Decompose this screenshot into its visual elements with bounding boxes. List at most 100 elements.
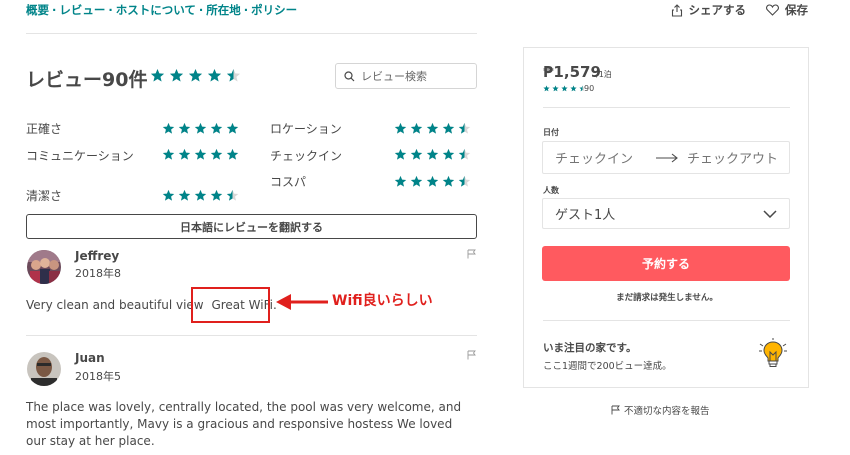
reviews-title: レビュー90件 — [26, 69, 148, 91]
category-label-accuracy: 正確さ — [26, 122, 63, 136]
date-label: 日付 — [543, 128, 559, 137]
star-full-icon — [162, 122, 175, 134]
nav-separator: · — [243, 3, 249, 17]
star-full-icon — [194, 148, 207, 160]
category-label-communication: コミュニケーション — [26, 149, 134, 163]
booking-review-count[interactable]: 90 — [584, 84, 594, 93]
star-full-icon — [394, 175, 407, 187]
nav-link-overview[interactable]: 概要 — [26, 3, 49, 17]
star-full-icon — [178, 189, 191, 201]
star-full-icon — [543, 85, 550, 92]
checkin-field[interactable]: チェックイン — [555, 148, 633, 167]
share-button[interactable]: シェアする — [671, 2, 747, 18]
reviewer-avatar-jeffrey[interactable] — [27, 250, 61, 284]
star-full-icon — [570, 85, 577, 92]
star-full-icon — [426, 122, 439, 134]
translate-reviews-button[interactable]: 日本語にレビューを翻訳する — [26, 214, 477, 239]
flag-icon[interactable] — [467, 350, 476, 360]
nav-separator: · — [52, 3, 57, 17]
category-stars-accuracy — [162, 122, 239, 135]
lightbulb-icon — [759, 338, 787, 367]
review-search-input[interactable] — [361, 69, 471, 83]
star-full-icon — [178, 148, 191, 160]
category-label-cleanliness: 清潔さ — [26, 189, 63, 203]
star-full-icon — [394, 122, 407, 134]
star-half-icon — [226, 68, 241, 82]
star-full-icon — [442, 122, 455, 134]
star-full-icon — [150, 68, 165, 82]
divider — [543, 107, 790, 108]
guests-select[interactable]: ゲスト1人 — [542, 198, 790, 229]
reviewer-name: Juan — [75, 351, 105, 365]
category-stars-value — [394, 175, 471, 188]
star-full-icon — [410, 148, 423, 160]
save-label: 保存 — [785, 3, 808, 17]
share-save-group: シェアする 保存 — [671, 2, 808, 18]
star-half-icon — [458, 148, 471, 160]
category-stars-communication — [162, 148, 239, 161]
booking-rating-stars — [543, 85, 586, 92]
guests-label: 人数 — [543, 186, 559, 195]
star-half-icon — [458, 175, 471, 187]
date-range-field: チェックイン チェックアウト — [542, 141, 790, 174]
category-label-value: コスパ — [270, 175, 307, 189]
category-label-location: ロケーション — [270, 122, 342, 136]
nav-separator: · — [108, 3, 113, 17]
star-full-icon — [194, 189, 207, 201]
star-full-icon — [552, 85, 559, 92]
report-label: 不適切な内容を報告 — [624, 406, 710, 417]
star-full-icon — [426, 148, 439, 160]
booking-card: ₱1,579 /1泊 90 日付 チェックイン チェックアウト 人数 ゲスト1人… — [523, 47, 809, 388]
overall-rating-stars — [150, 68, 241, 83]
checkout-field[interactable]: チェックアウト — [687, 148, 778, 167]
nav-link-host[interactable]: ホストについて — [116, 3, 196, 17]
share-icon — [671, 3, 682, 17]
star-full-icon — [410, 175, 423, 187]
divider — [543, 320, 790, 321]
save-button[interactable]: 保存 — [766, 2, 808, 18]
star-full-icon — [442, 148, 455, 160]
review-text-part: Very clean and beautiful view — [26, 298, 204, 312]
notice-title: いま注目の家です。 — [543, 342, 637, 354]
divider — [26, 33, 477, 34]
category-label-checkin: チェックイン — [270, 149, 343, 163]
nav-link-policy[interactable]: ポリシー — [251, 3, 297, 17]
reviewer-avatar-juan[interactable] — [27, 352, 61, 386]
nav-link-location[interactable]: 所在地 — [206, 3, 241, 17]
star-full-icon — [194, 122, 207, 134]
star-full-icon — [169, 68, 184, 82]
star-full-icon — [226, 122, 239, 134]
chevron-down-icon — [763, 209, 777, 218]
book-button[interactable]: 予約する — [542, 246, 790, 281]
reviewer-name: Jeffrey — [75, 249, 120, 263]
nav-link-reviews[interactable]: レビュー — [59, 3, 105, 17]
star-half-icon — [458, 122, 471, 134]
star-full-icon — [394, 148, 407, 160]
category-stars-location — [394, 122, 471, 135]
flag-icon — [611, 405, 620, 415]
review-date: 2018年5 — [75, 370, 121, 383]
share-label: シェアする — [688, 3, 747, 17]
star-full-icon — [207, 68, 222, 82]
review-date: 2018年8 — [75, 267, 121, 280]
price: ₱1,579 — [543, 63, 601, 81]
star-full-icon — [178, 122, 191, 134]
star-full-icon — [210, 189, 223, 201]
search-icon — [344, 70, 355, 81]
report-link[interactable]: 不適切な内容を報告 — [611, 403, 710, 417]
star-full-icon — [162, 148, 175, 160]
per-night-label: /1泊 — [596, 70, 612, 79]
star-full-icon — [426, 175, 439, 187]
star-full-icon — [410, 122, 423, 134]
heart-icon — [766, 4, 779, 16]
category-stars-cleanliness — [162, 189, 239, 202]
annotation-label: Wifi良いらしい — [332, 293, 433, 309]
star-full-icon — [210, 122, 223, 134]
notice-subtitle: ここ1週間で200ビュー達成。 — [543, 361, 672, 372]
annotation-highlight-box — [191, 287, 270, 323]
nav-separator: · — [198, 3, 204, 17]
category-stars-checkin — [394, 148, 471, 161]
review-search[interactable] — [335, 63, 477, 89]
star-full-icon — [561, 85, 568, 92]
flag-icon[interactable] — [467, 249, 476, 259]
